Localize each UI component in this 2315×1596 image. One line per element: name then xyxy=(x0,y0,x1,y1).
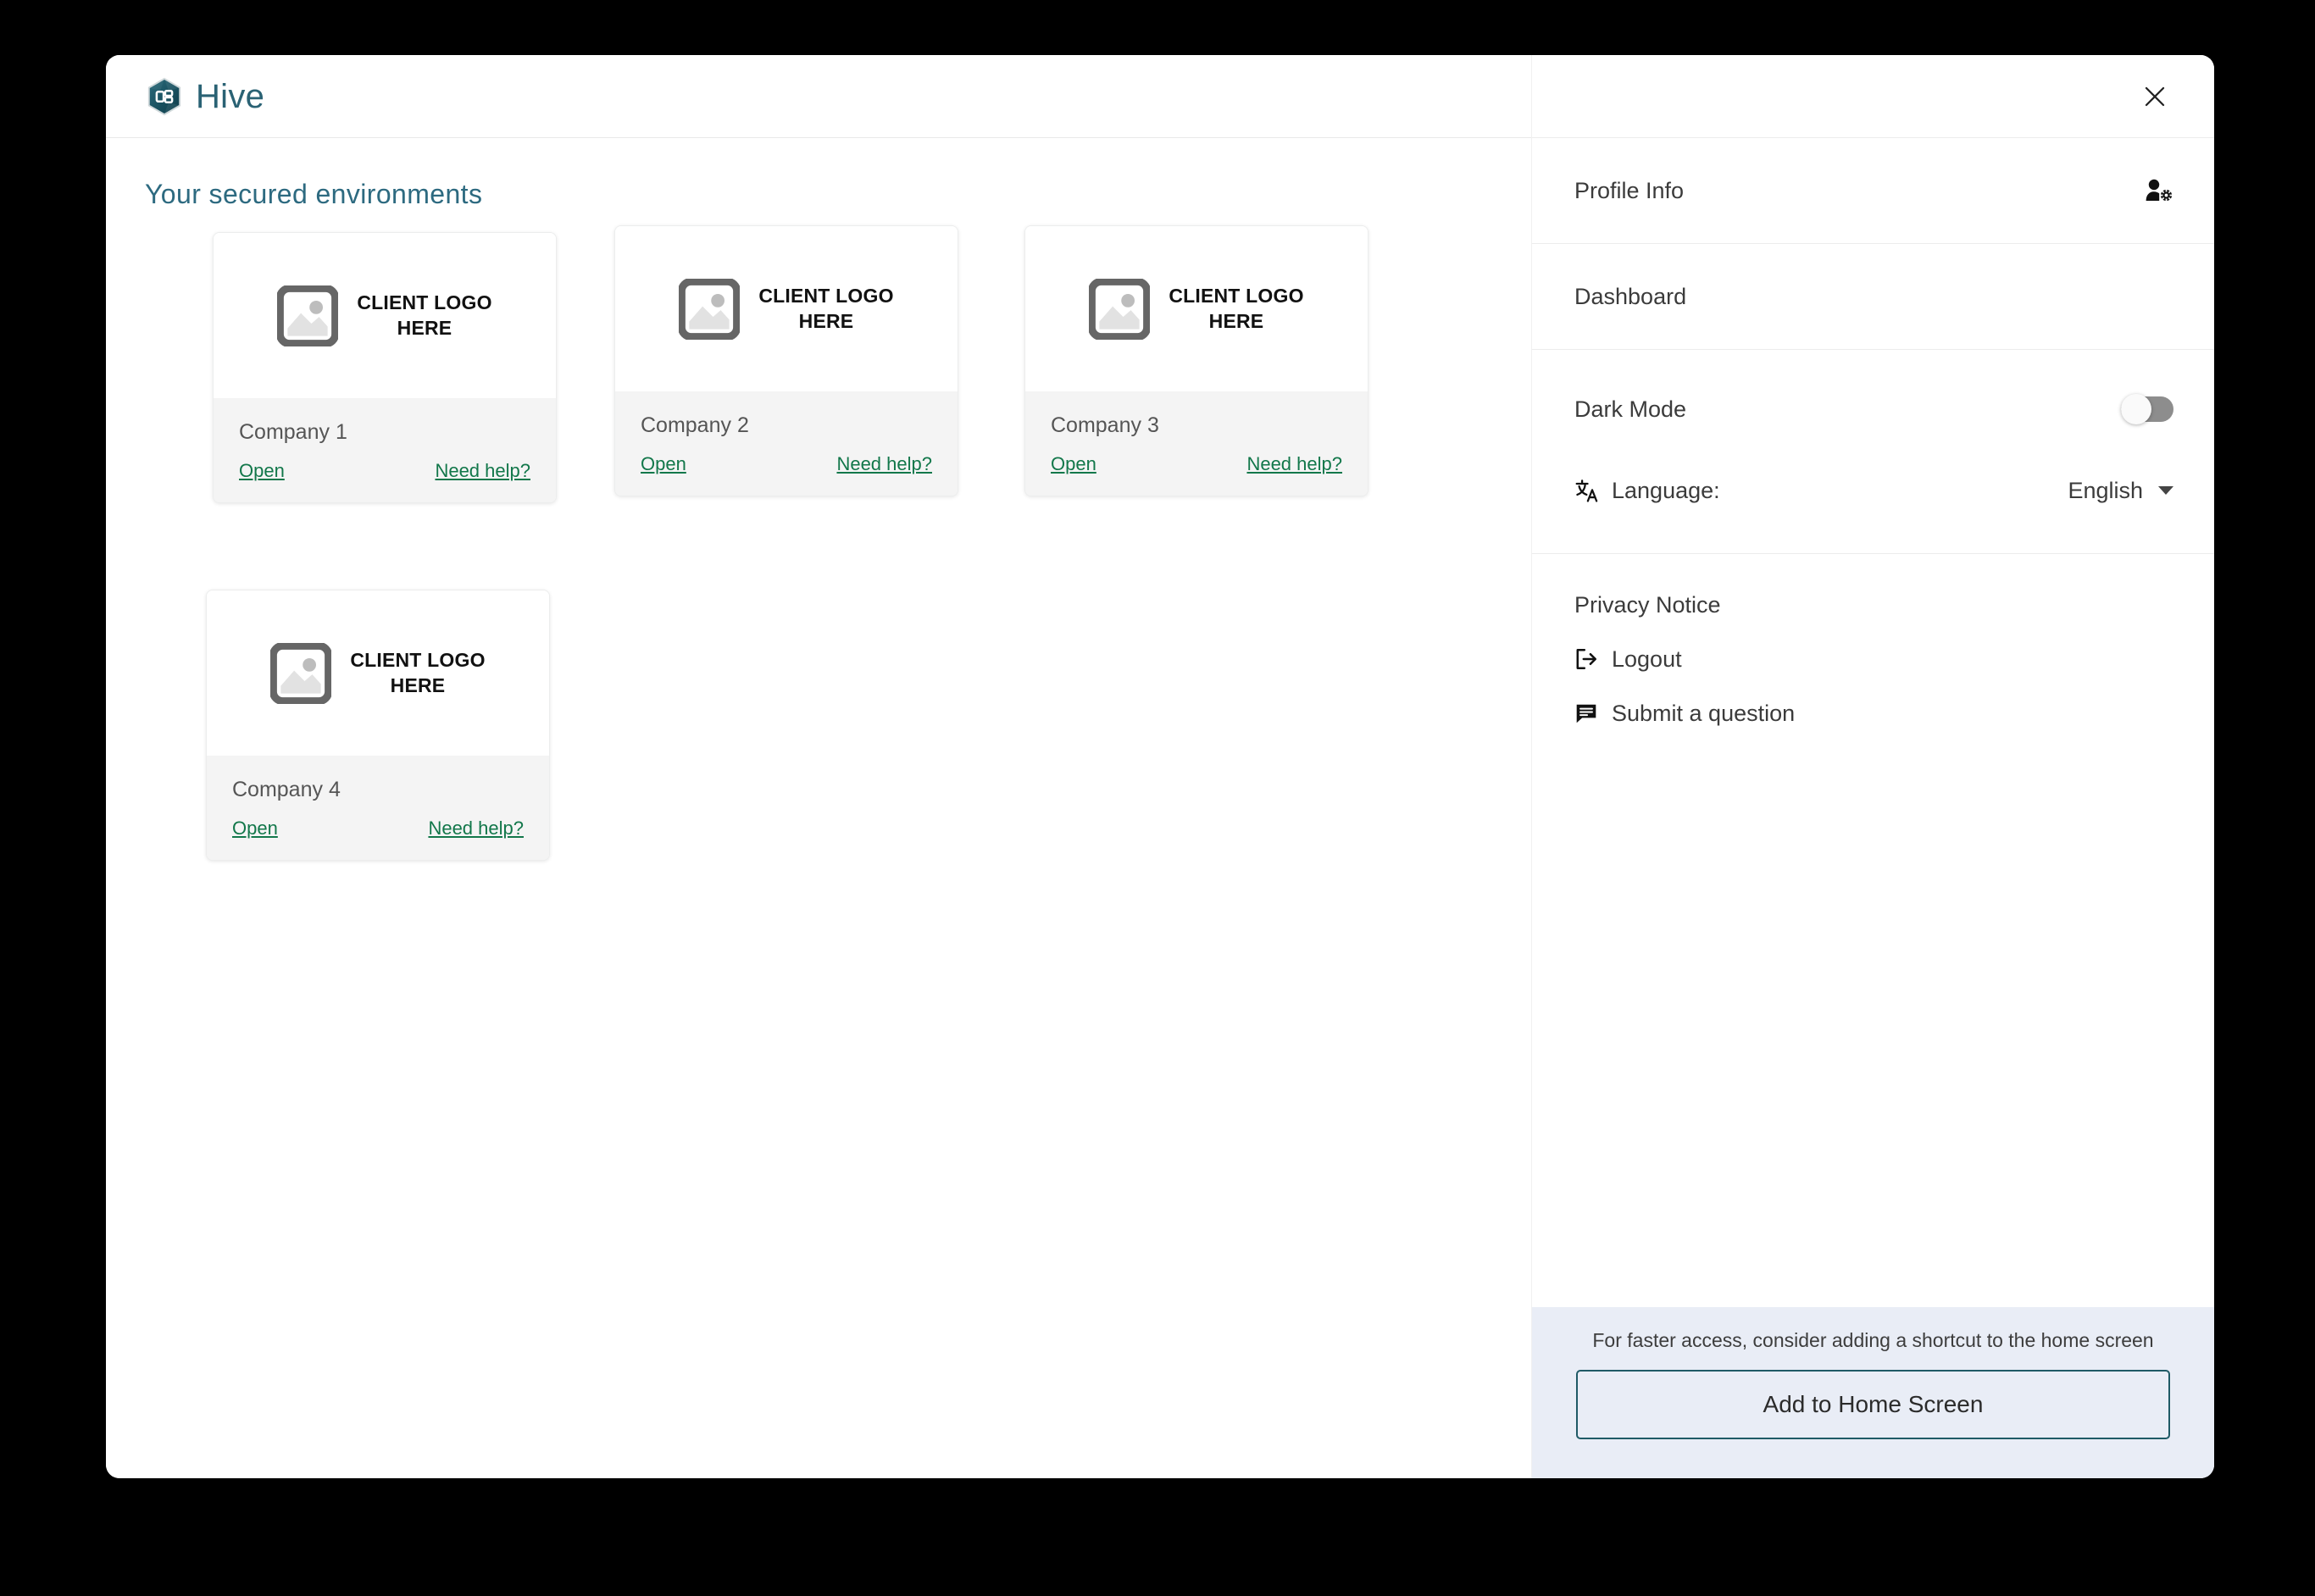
panel-item-logout[interactable]: Logout xyxy=(1532,632,2214,686)
language-label-group: Language: xyxy=(1574,478,1720,503)
panel-item-privacy-notice[interactable]: Privacy Notice xyxy=(1532,578,2214,632)
profile-info-label: Profile Info xyxy=(1574,177,1685,203)
close-icon-glyph xyxy=(2145,86,2165,106)
dark-mode-toggle-knob xyxy=(2121,394,2151,424)
open-link[interactable]: Open xyxy=(1051,455,1096,474)
language-row[interactable]: Language: English xyxy=(1532,450,2214,531)
environment-card[interactable]: CLIENT LOGO HERE Company 1 Open Need hel… xyxy=(213,232,557,503)
image-placeholder-icon xyxy=(1089,278,1151,340)
card-logo-label: CLIENT LOGO HERE xyxy=(1169,285,1304,332)
app-header: Hive xyxy=(106,55,1531,138)
need-help-link[interactable]: Need help? xyxy=(1246,455,1342,474)
add-to-home-screen-button[interactable]: Add to Home Screen xyxy=(1576,1370,2170,1439)
card-logo-area: CLIENT LOGO HERE xyxy=(214,233,556,398)
environments-section: Your secured environments CLIENT LOGO HE… xyxy=(106,138,1531,1478)
translate-icon xyxy=(1575,479,1598,502)
card-logo-label: CLIENT LOGO HERE xyxy=(357,291,492,339)
card-logo-area: CLIENT LOGO HERE xyxy=(615,226,958,391)
panel-links-group: Privacy Notice Logout Submit a question xyxy=(1532,554,2214,740)
message-icon xyxy=(1576,704,1596,723)
main-content-area: Hive Your secured environments CLIENT LO… xyxy=(106,55,1531,1478)
open-link[interactable]: Open xyxy=(232,819,278,838)
need-help-link[interactable]: Need help? xyxy=(836,455,932,474)
language-value: English xyxy=(2068,477,2143,503)
panel-item-submit-question[interactable]: Submit a question xyxy=(1532,686,2214,740)
card-company-name: Company 3 xyxy=(1051,413,1159,437)
panel-footer: For faster access, consider adding a sho… xyxy=(1532,1307,2214,1478)
card-info-area: Company 1 Open Need help? xyxy=(214,398,556,502)
language-select[interactable]: English xyxy=(2068,479,2173,502)
language-label: Language: xyxy=(1612,477,1720,503)
image-placeholder-icon xyxy=(277,285,339,346)
card-info-area: Company 3 Open Need help? xyxy=(1025,391,1368,496)
panel-preferences-group: Dark Mode Language: English xyxy=(1532,350,2214,554)
open-link[interactable]: Open xyxy=(641,455,686,474)
logout-label: Logout xyxy=(1612,646,1682,672)
dashboard-label: Dashboard xyxy=(1574,283,1687,309)
card-logo-label: CLIENT LOGO HERE xyxy=(350,649,486,696)
page-title: Your secured environments xyxy=(145,179,483,209)
card-company-name: Company 2 xyxy=(641,413,749,437)
logout-icon xyxy=(1576,648,1597,670)
card-actions: Open Need help? xyxy=(1051,455,1342,474)
panel-item-profile-info[interactable]: Profile Info xyxy=(1532,138,2214,244)
app-title: Hive xyxy=(196,77,265,115)
submit-question-label: Submit a question xyxy=(1612,700,1796,726)
card-logo-area: CLIENT LOGO HERE xyxy=(207,590,549,756)
panel-header xyxy=(1532,55,2214,138)
card-info-area: Company 4 Open Need help? xyxy=(207,756,549,860)
card-info-area: Company 2 Open Need help? xyxy=(615,391,958,496)
privacy-notice-label: Privacy Notice xyxy=(1574,591,1721,618)
environment-card[interactable]: CLIENT LOGO HERE Company 4 Open Need hel… xyxy=(206,590,550,861)
environment-card[interactable]: CLIENT LOGO HERE Company 3 Open Need hel… xyxy=(1024,225,1368,496)
image-placeholder-icon xyxy=(679,278,741,340)
close-icon[interactable] xyxy=(2136,78,2173,115)
image-placeholder-icon xyxy=(270,642,332,704)
dark-mode-toggle[interactable] xyxy=(2121,394,2173,424)
panel-item-dashboard[interactable]: Dashboard xyxy=(1532,244,2214,350)
panel-body: Profile Info Dashboard Dark Mode Languag… xyxy=(1532,138,2214,1307)
hive-hexagon-logo-icon xyxy=(147,77,181,115)
card-logo-area: CLIENT LOGO HERE xyxy=(1025,226,1368,391)
user-settings-icon xyxy=(2146,179,2173,202)
card-actions: Open Need help? xyxy=(641,455,932,474)
card-company-name: Company 1 xyxy=(239,420,347,444)
need-help-link[interactable]: Need help? xyxy=(435,462,530,480)
card-logo-label: CLIENT LOGO HERE xyxy=(758,285,894,332)
dark-mode-label: Dark Mode xyxy=(1574,396,1687,422)
environment-cards-row-1: CLIENT LOGO HERE Company 1 Open Need hel… xyxy=(106,225,1531,571)
card-actions: Open Need help? xyxy=(239,462,530,480)
settings-panel: Profile Info Dashboard Dark Mode Languag… xyxy=(1531,55,2214,1478)
app-window: Hive Your secured environments CLIENT LO… xyxy=(106,55,2214,1478)
environment-card[interactable]: CLIENT LOGO HERE Company 2 Open Need hel… xyxy=(614,225,958,496)
card-actions: Open Need help? xyxy=(232,819,524,838)
open-link[interactable]: Open xyxy=(239,462,285,480)
dark-mode-row[interactable]: Dark Mode xyxy=(1532,369,2214,450)
card-company-name: Company 4 xyxy=(232,778,341,801)
shortcut-hint-text: For faster access, consider adding a sho… xyxy=(1592,1329,2154,1352)
chevron-down-icon xyxy=(2158,486,2173,495)
environment-cards-row-2: CLIENT LOGO HERE Company 4 Open Need hel… xyxy=(106,590,1531,928)
need-help-link[interactable]: Need help? xyxy=(428,819,524,838)
